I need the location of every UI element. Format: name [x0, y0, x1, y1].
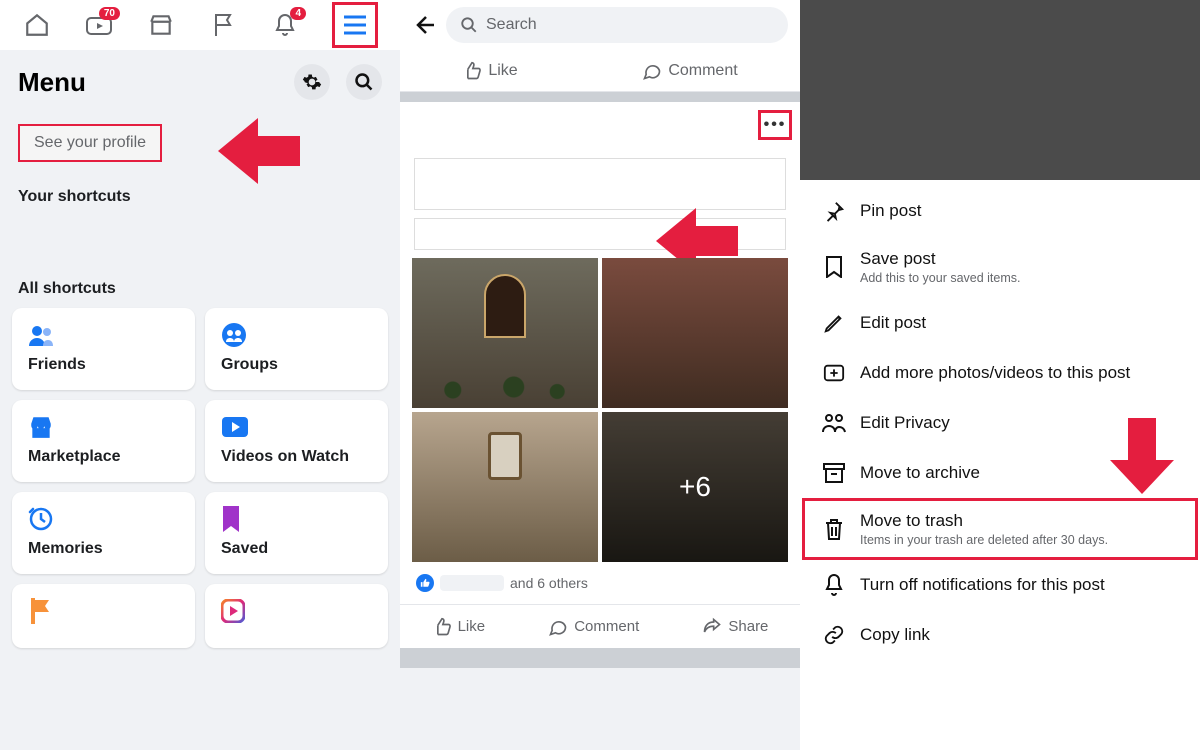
home-icon[interactable] [22, 10, 52, 40]
shortcut-marketplace-label: Marketplace [28, 448, 179, 466]
your-shortcuts-heading: Your shortcuts [0, 184, 400, 206]
engagement-bar-bottom: Like Comment Share [400, 604, 800, 648]
bookmark-icon [822, 255, 846, 279]
archive-icon [822, 461, 846, 485]
add-photo-icon [822, 361, 846, 385]
reactions-row[interactable]: and 6 others [412, 568, 788, 600]
shortcut-marketplace[interactable]: Marketplace [12, 400, 195, 482]
all-shortcuts-heading: All shortcuts [0, 276, 400, 298]
see-profile-link[interactable]: See your profile [18, 124, 162, 162]
comment-icon [548, 617, 568, 637]
photo-more-overlay: +6 [602, 412, 788, 562]
shortcut-row-extra-2[interactable] [205, 584, 388, 648]
watch-badge: 70 [99, 7, 120, 20]
photo-1[interactable] [412, 258, 598, 408]
marketplace-icon[interactable] [146, 10, 176, 40]
shortcut-row-extra-1[interactable] [12, 584, 195, 648]
pin-icon [822, 199, 846, 223]
shortcut-friends[interactable]: Friends [12, 308, 195, 390]
reels-icon [221, 598, 372, 624]
shortcut-memories-label: Memories [28, 540, 179, 558]
shortcut-videos[interactable]: Videos on Watch [205, 400, 388, 482]
privacy-icon [822, 411, 846, 435]
memories-icon [28, 506, 179, 532]
search-icon [354, 72, 374, 92]
sheet-cover-image [800, 0, 1200, 180]
photo-4[interactable]: +6 [602, 412, 788, 562]
option-save[interactable]: Save postAdd this to your saved items. [802, 236, 1198, 298]
flag-icon[interactable] [208, 10, 238, 40]
like-button[interactable]: Like [432, 617, 486, 637]
shortcut-memories[interactable]: Memories [12, 492, 195, 574]
search-bar: Search [400, 0, 800, 50]
bell-icon[interactable]: 4 [270, 10, 300, 40]
engagement-bar-top: Like Comment [400, 50, 800, 92]
pages-icon [28, 598, 179, 624]
groups-icon [221, 322, 372, 348]
photo-3[interactable] [412, 412, 598, 562]
option-trash[interactable]: Move to trashItems in your trash are del… [802, 498, 1198, 560]
reactions-text: and 6 others [510, 575, 588, 591]
shortcut-videos-label: Videos on Watch [221, 448, 372, 466]
post-menu-button[interactable]: ••• [758, 110, 792, 140]
option-copy-link[interactable]: Copy link [802, 610, 1198, 660]
search-button[interactable] [346, 64, 382, 100]
shortcut-friends-label: Friends [28, 356, 179, 374]
post-card: ••• +6 and 6 others [400, 102, 800, 604]
comment-icon [642, 61, 662, 81]
share-icon [702, 617, 722, 637]
option-edit[interactable]: Edit post [802, 298, 1198, 348]
option-notifications[interactable]: Turn off notifications for this post [802, 560, 1198, 610]
like-reaction-icon [416, 574, 434, 592]
saved-icon [221, 506, 372, 532]
like-button-top[interactable]: Like [462, 61, 517, 81]
reactor-name-placeholder [440, 575, 504, 591]
link-icon [822, 623, 846, 647]
hamburger-menu-icon[interactable] [332, 2, 378, 48]
friends-icon [28, 322, 179, 348]
pencil-icon [822, 311, 846, 335]
annotation-arrow-trash [1114, 418, 1170, 494]
marketplace-card-icon [28, 414, 179, 440]
option-pin[interactable]: Pin post [802, 186, 1198, 236]
shortcut-saved[interactable]: Saved [205, 492, 388, 574]
option-add-media[interactable]: Add more photos/videos to this post [802, 348, 1198, 398]
shortcut-groups-label: Groups [221, 356, 372, 374]
like-icon [462, 61, 482, 81]
comment-button[interactable]: Comment [548, 617, 639, 637]
share-button[interactable]: Share [702, 617, 768, 637]
search-input[interactable]: Search [446, 7, 788, 43]
page-title: Menu [18, 67, 86, 98]
photo-2[interactable] [602, 258, 788, 408]
top-nav-bar: 70 4 [0, 0, 400, 50]
post-header-placeholder [414, 158, 786, 210]
search-placeholder: Search [486, 16, 537, 34]
watch-icon[interactable]: 70 [84, 10, 114, 40]
settings-button[interactable] [294, 64, 330, 100]
annotation-arrow-profile [220, 124, 300, 178]
comment-button-top[interactable]: Comment [642, 61, 737, 81]
videos-icon [221, 414, 372, 440]
post-photo-grid[interactable]: +6 [412, 258, 788, 568]
search-field-icon [460, 16, 478, 34]
back-arrow-icon[interactable] [412, 13, 436, 37]
like-icon [432, 617, 452, 637]
notif-badge: 4 [290, 7, 306, 20]
gear-icon [302, 72, 322, 92]
trash-icon [822, 517, 846, 541]
shortcut-groups[interactable]: Groups [205, 308, 388, 390]
bell-off-icon [822, 573, 846, 597]
shortcut-saved-label: Saved [221, 540, 372, 558]
